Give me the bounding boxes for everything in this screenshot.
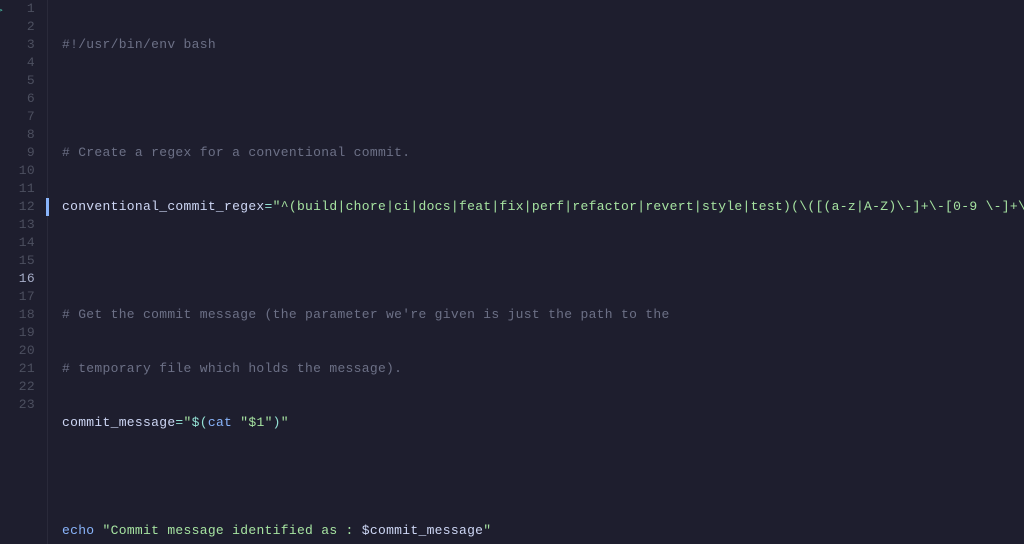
line-number: 19 (19, 325, 35, 340)
code-line (62, 252, 1024, 270)
code-line: echo "Commit message identified as : $co… (62, 522, 1024, 540)
line-number: 12 (19, 199, 35, 214)
comment: # Get the commit message (the parameter … (62, 307, 670, 322)
code-line: # Get the commit message (the parameter … (62, 306, 1024, 324)
code-line: # temporary file which holds the message… (62, 360, 1024, 378)
code-line: #!/usr/bin/env bash (62, 36, 1024, 54)
line-number: 22 (19, 379, 35, 394)
line-number-gutter: ▷1 2 3 4 5 6 7 8 9 10 11 12 13 14 15 16 … (0, 0, 48, 544)
line-number: 7 (27, 109, 35, 124)
line-number: 14 (19, 235, 35, 250)
builtin-echo: echo (62, 523, 94, 538)
line-number: 21 (19, 361, 35, 376)
line-number: 2 (27, 19, 35, 34)
shebang: #!/usr/bin/env bash (62, 37, 216, 52)
code-area[interactable]: #!/usr/bin/env bash # Create a regex for… (48, 0, 1024, 544)
line-number: 23 (19, 397, 35, 412)
regex-string: "^(build|chore|ci|docs|feat|fix|perf|ref… (273, 199, 1024, 214)
code-line: commit_message="$(cat "$1")" (62, 414, 1024, 432)
line-number: 6 (27, 91, 35, 106)
line-number: 1 (27, 1, 35, 16)
comment: # temporary file which holds the message… (62, 361, 402, 376)
code-line (62, 90, 1024, 108)
line-number: 20 (19, 343, 35, 358)
change-marker (46, 198, 49, 216)
line-number: 10 (19, 163, 35, 178)
code-editor[interactable]: ▷1 2 3 4 5 6 7 8 9 10 11 12 13 14 15 16 … (0, 0, 1024, 544)
line-number: 11 (19, 181, 35, 196)
line-number: 16 (19, 271, 35, 286)
line-number: 8 (27, 127, 35, 142)
line-number: 13 (19, 217, 35, 232)
line-number: 4 (27, 55, 35, 70)
line-number: 17 (19, 289, 35, 304)
code-line: # Create a regex for a conventional comm… (62, 144, 1024, 162)
line-number: 9 (27, 145, 35, 160)
line-number: 18 (19, 307, 35, 322)
code-line: conventional_commit_regex="^(build|chore… (62, 198, 1024, 216)
variable-name: conventional_commit_regex (62, 199, 265, 214)
builtin-cat: cat (208, 415, 232, 430)
line-number: 15 (19, 253, 35, 268)
code-line (62, 468, 1024, 486)
comment: # Create a regex for a conventional comm… (62, 145, 410, 160)
line-number: 3 (27, 37, 35, 52)
line-number: 5 (27, 73, 35, 88)
variable-name: commit_message (62, 415, 175, 430)
